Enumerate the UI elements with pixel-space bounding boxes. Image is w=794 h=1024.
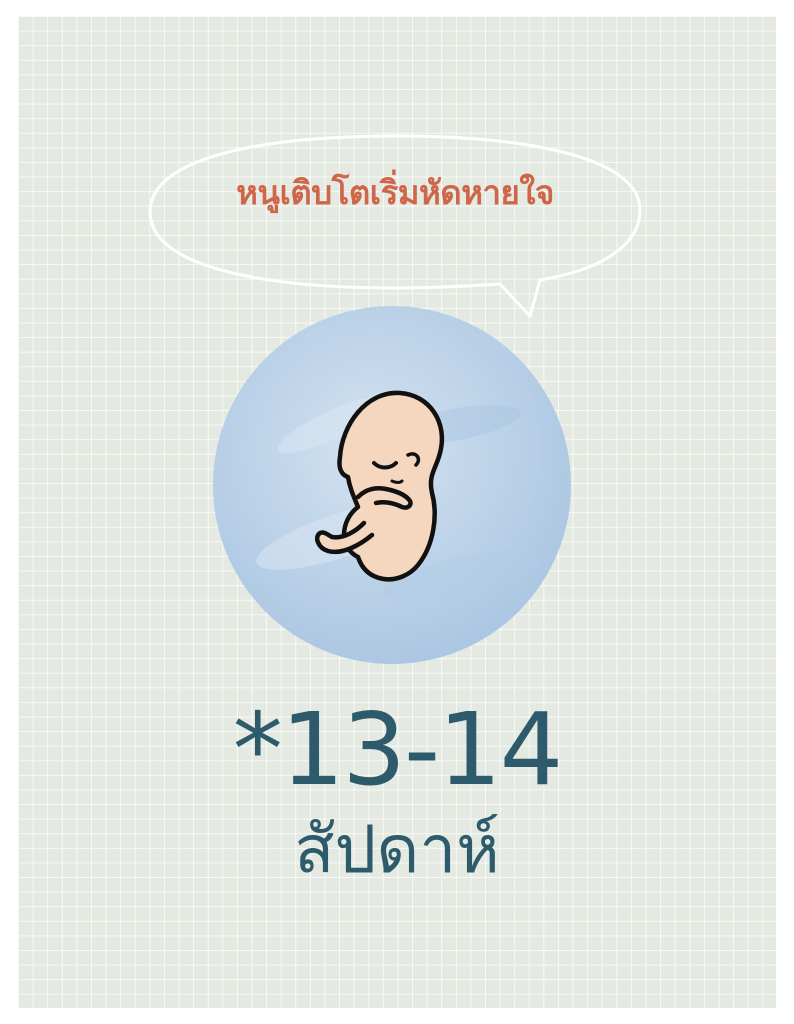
speech-bubble-text: หนูเติบโตเริ่มหัดหายใจ	[236, 173, 554, 212]
fetus-icon	[315, 390, 445, 582]
week-unit-label: สัปดาห์	[294, 811, 500, 888]
infographic-canvas: หนูเติบโตเริ่มหัดหายใจ *13-14 สัปดาห์	[0, 0, 794, 1024]
speech-bubble	[148, 134, 642, 318]
week-number: *13-14	[232, 691, 564, 808]
